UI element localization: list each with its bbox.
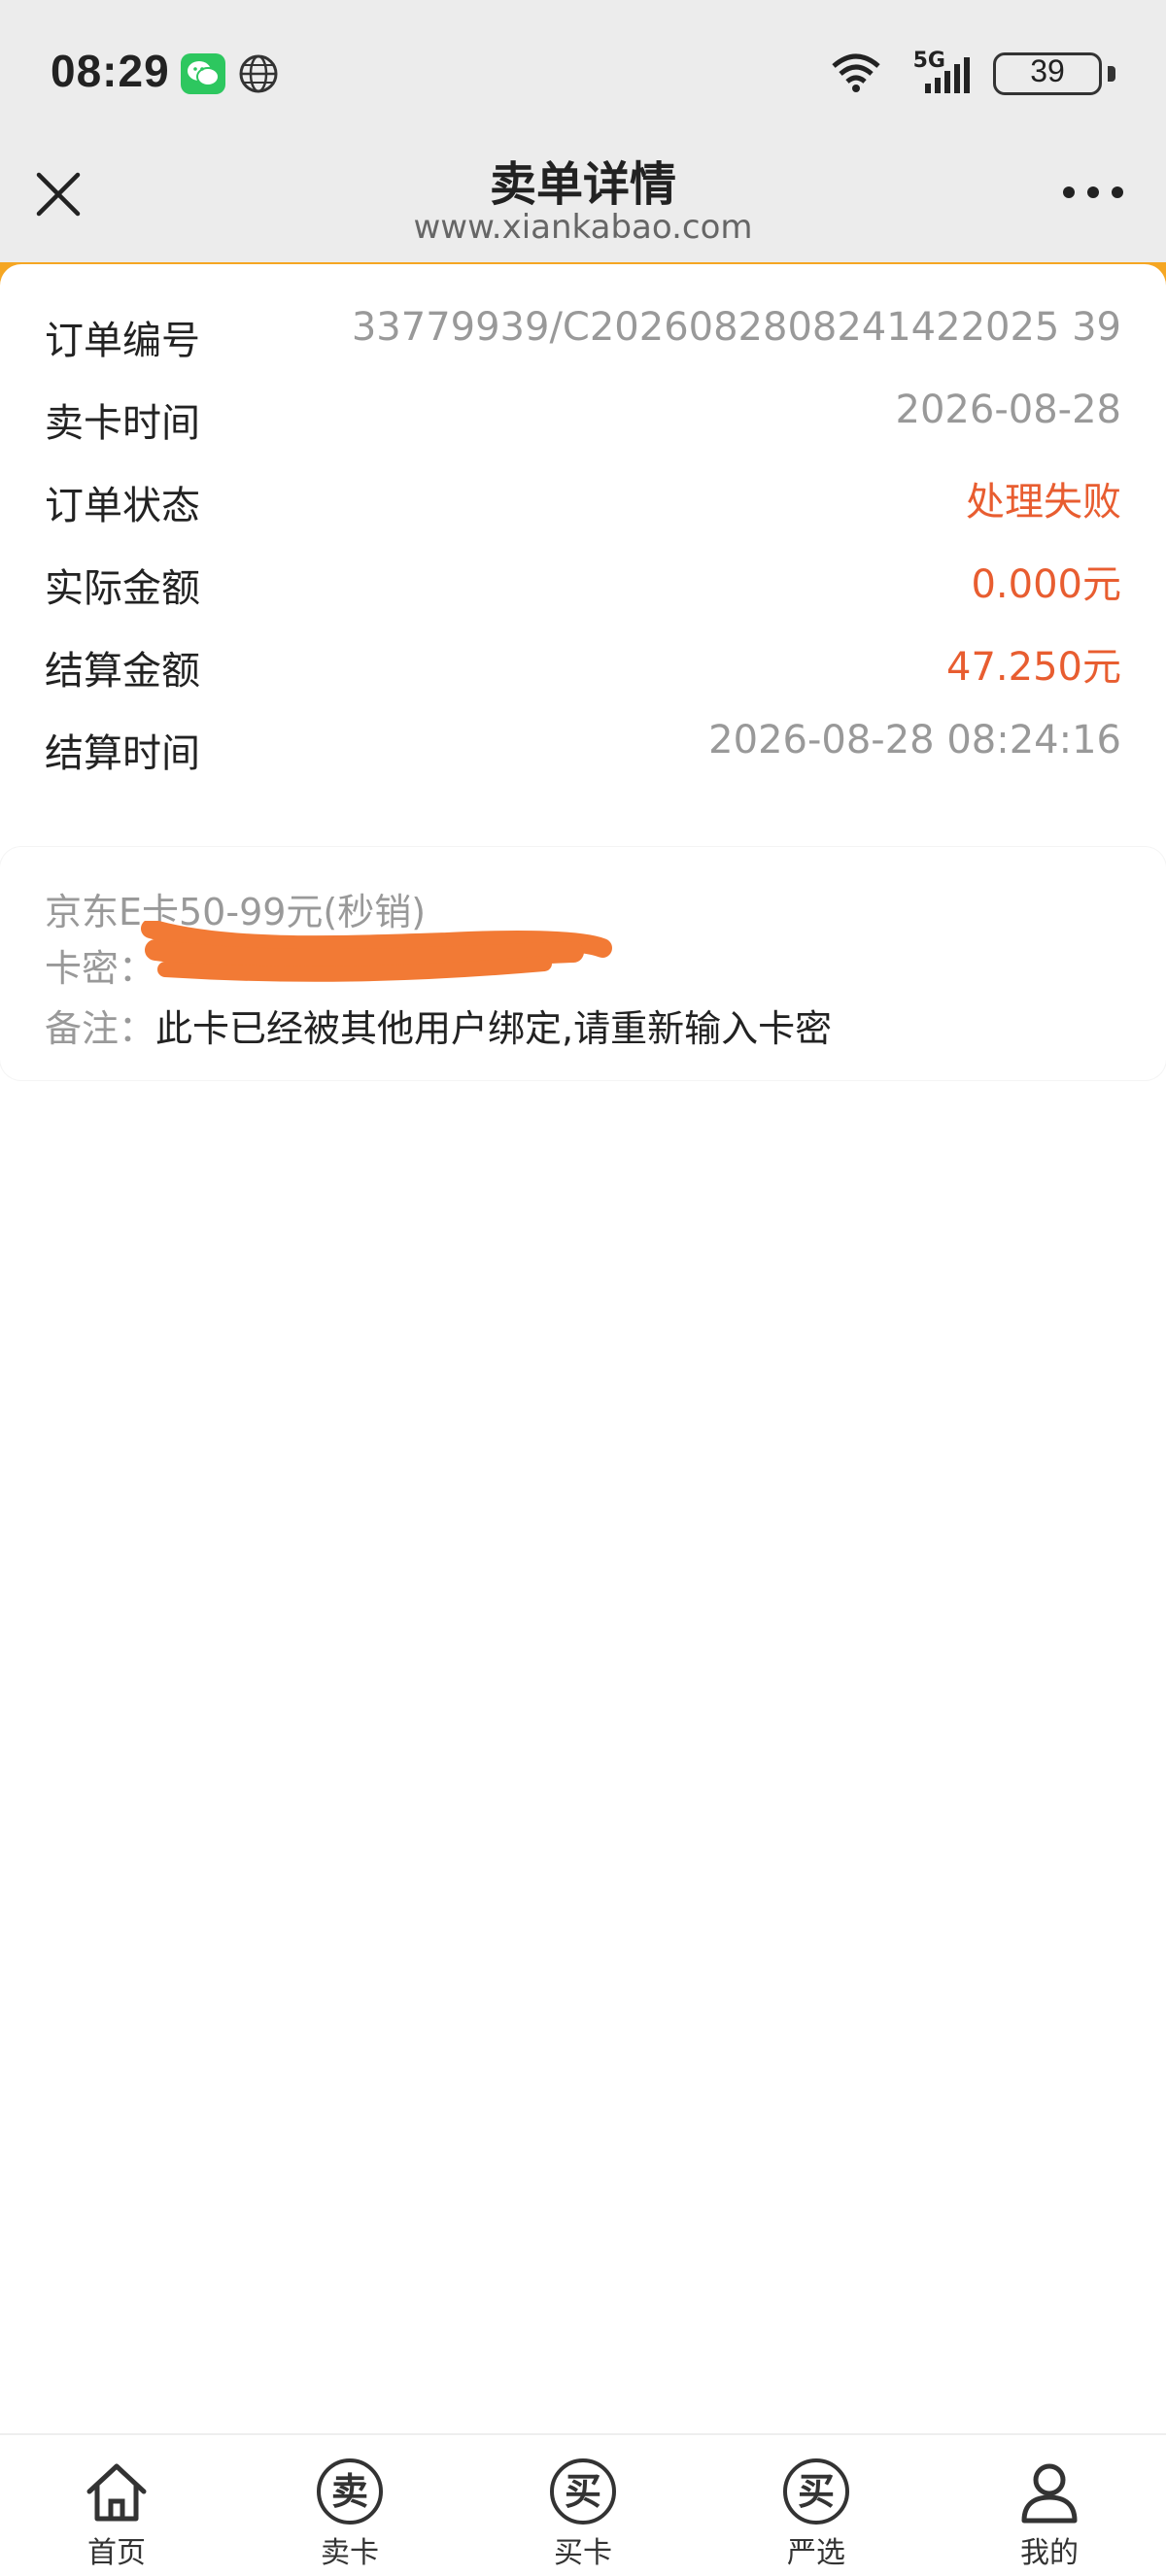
settle-time-value: 2026-08-28 08:24:16	[708, 718, 1121, 763]
status-time: 08:29	[51, 46, 170, 96]
order-status-value: 处理失败	[966, 480, 1121, 525]
battery-level: 39	[1030, 53, 1065, 88]
settle-amount-value: 47.250元	[946, 645, 1121, 690]
actual-amount-value: 0.000元	[971, 562, 1121, 607]
tab-sell-card[interactable]: 卖 卖卡	[272, 2457, 428, 2573]
sell-card-icon: 卖	[315, 2457, 385, 2526]
more-icon[interactable]	[1059, 183, 1127, 202]
status-bar: 08:29 5G 39	[0, 0, 1166, 146]
row-label: 结算时间	[45, 731, 200, 776]
globe-icon	[239, 54, 278, 93]
remark-value: 此卡已经被其他用户绑定,请重新输入卡密	[155, 1007, 833, 1050]
tab-home[interactable]: 首页	[39, 2457, 194, 2573]
row-label: 订单编号	[45, 319, 200, 363]
tab-label: 卖卡	[321, 2536, 379, 2570]
order-detail-card: 订单编号 33779939/C2026082808241422025 39 卖卡…	[0, 264, 1166, 808]
navigation-bar: 卖单详情 www.xiankabao.com	[0, 146, 1166, 267]
order-row-status: 订单状态 处理失败	[45, 474, 1121, 532]
tab-label: 买卡	[554, 2536, 612, 2570]
page-title: 卖单详情	[489, 157, 676, 212]
row-label: 实际金额	[45, 566, 200, 611]
home-icon	[86, 2463, 147, 2522]
redaction-scribble	[141, 921, 612, 982]
wifi-icon	[832, 53, 880, 92]
order-number-value: 33779939/C2026082808241422025 39	[351, 305, 1121, 350]
bottom-tab-bar: 首页 卖 卖卡 买 买卡 买 严选 我的	[0, 2433, 1166, 2576]
order-row-number: 订单编号 33779939/C2026082808241422025 39	[45, 305, 1121, 367]
row-label: 卖卡时间	[45, 401, 200, 446]
remark-label: 备注：	[45, 1007, 156, 1050]
selection-glyph: 买	[783, 2458, 849, 2525]
status-right: 5G 39	[707, 49, 1115, 99]
order-row-actual-amount: 实际金额 0.000元	[45, 557, 1121, 615]
user-icon	[1021, 2463, 1078, 2524]
signal-icon	[925, 57, 970, 93]
tab-label: 我的	[1020, 2536, 1079, 2570]
sell-time-value: 2026-08-28	[895, 388, 1121, 432]
order-row-sell-time: 卖卡时间 2026-08-28	[45, 388, 1121, 450]
tab-buy-card[interactable]: 买 买卡	[505, 2457, 661, 2573]
selection-icon: 买	[781, 2457, 851, 2526]
tab-mine[interactable]: 我的	[972, 2457, 1127, 2573]
order-row-settle-time: 结算时间 2026-08-28 08:24:16	[45, 718, 1121, 780]
buy-card-glyph: 买	[550, 2458, 616, 2525]
buy-card-icon: 买	[548, 2457, 618, 2526]
wechat-icon	[181, 53, 225, 94]
row-label: 结算金额	[45, 649, 200, 694]
tab-selection[interactable]: 买 严选	[738, 2457, 894, 2573]
order-row-settle-amount: 结算金额 47.250元	[45, 639, 1121, 697]
page-url: www.xiankabao.com	[413, 208, 753, 247]
tab-label: 首页	[87, 2536, 146, 2570]
battery-icon: 39	[993, 52, 1115, 95]
row-label: 订单状态	[45, 484, 200, 528]
sell-card-glyph: 卖	[317, 2458, 383, 2525]
remark-line: 备注：此卡已经被其他用户绑定,请重新输入卡密	[45, 999, 832, 1052]
tab-label: 严选	[787, 2536, 845, 2570]
